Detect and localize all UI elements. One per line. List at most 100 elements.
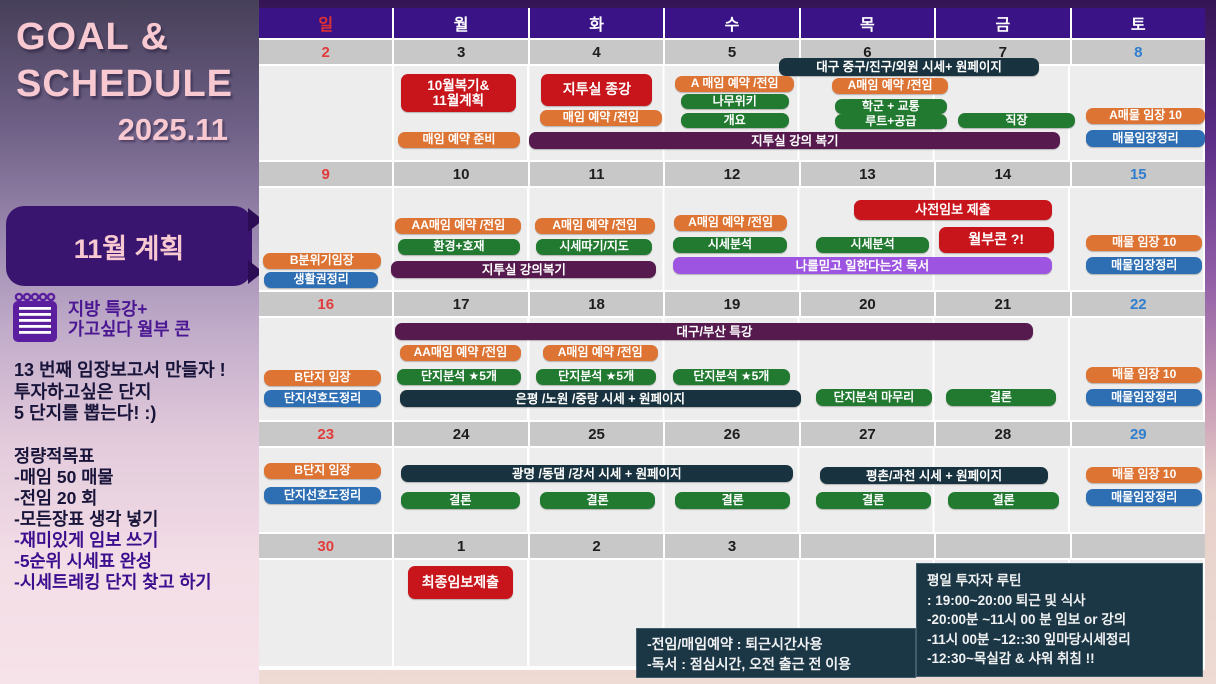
- event-pill: A매임 예약 /전임: [542, 345, 658, 361]
- event-bar: 광명 /동댐 /강서 시세 + 원페이지: [400, 465, 793, 482]
- date-cell: 16: [259, 292, 393, 316]
- event-pill: 매임 예약 /전임: [540, 110, 662, 126]
- event-pill: 단지분석 마무리: [815, 389, 932, 406]
- event-pill: AA매임 예약 /전임: [399, 345, 522, 361]
- event-pill: 시세따기/지도: [536, 239, 653, 255]
- month-plan-banner: 11월 계획: [6, 206, 263, 286]
- highlight-text: 지방 특강+ 가고싶다 월부 콘: [68, 299, 191, 339]
- event-pill: 매물임장정리: [1086, 257, 1203, 274]
- date-cell: 2: [259, 40, 393, 64]
- date-cell: 24: [394, 422, 528, 446]
- weekday-routine-box: 평일 투자자 루틴 : 19:00~20:00 퇴근 및 식사 -20:00분 …: [916, 563, 1203, 677]
- event-pill: 결론: [945, 389, 1057, 406]
- event-bar: 나를믿고 일한다는것 독서: [672, 257, 1053, 274]
- tip-note-box: -전임/매임예약 : 퇴근시간사용 -독서 : 점심시간, 오전 출근 전 이용: [636, 628, 916, 678]
- event-pill: 단지분석 ★5개: [672, 369, 791, 385]
- month-subtitle: 2025.11: [117, 112, 228, 147]
- event-pill: 10월복기& 11월계획: [400, 74, 516, 112]
- event-pill: 매물 임장 10: [1086, 235, 1203, 251]
- date-cell: 29: [1071, 422, 1205, 446]
- event-pill: 생활권정리: [264, 272, 378, 288]
- event-pill: AA매임 예약 /전임: [395, 218, 522, 234]
- calendar-header-row: 일월화수목금토: [259, 8, 1205, 38]
- date-cell: [936, 534, 1070, 558]
- date-cell: 18: [529, 292, 664, 316]
- date-cell: 4: [529, 40, 664, 64]
- event-pill: 매물 임장 10: [1086, 467, 1203, 483]
- event-pill: A 매임 예약 /전임: [675, 76, 795, 92]
- event-pill: 학군 + 교통: [834, 99, 947, 114]
- event-bar: 평촌/과천 시세 + 원페이지: [819, 467, 1049, 484]
- event-pill: 결론: [815, 492, 931, 509]
- title-line2: SCHEDULE: [16, 63, 234, 105]
- date-cell: 26: [665, 422, 799, 446]
- event-pill: B분위기임장: [263, 253, 381, 269]
- highlight-row: 지방 특강+ 가고싶다 월부 콘: [12, 292, 190, 349]
- date-cell: 13: [800, 162, 935, 186]
- event-pill: 직장: [957, 113, 1076, 128]
- event-pill: 결론: [948, 492, 1060, 509]
- date-cell: 23: [259, 422, 393, 446]
- date-cell: 19: [665, 292, 799, 316]
- event-pill: 루트+공급: [834, 114, 947, 129]
- day-header: 화: [529, 8, 664, 38]
- event-pill: 결론: [675, 492, 791, 509]
- date-cell: 8: [1071, 40, 1205, 64]
- event-pill: B단지 임장: [264, 463, 381, 479]
- date-cell: 17: [394, 292, 528, 316]
- event-bar: 지투실 강의복기: [391, 261, 657, 278]
- notebook-icon: [12, 292, 58, 349]
- date-cell: 3: [665, 534, 799, 558]
- day-header: 목: [800, 8, 935, 38]
- event-pill: 결론: [540, 492, 655, 509]
- date-cell: 20: [800, 292, 935, 316]
- event-bar: 대구/부산 특강: [395, 323, 1034, 340]
- event-pill: 매물임장정리: [1086, 389, 1203, 406]
- week-1-events: 대구 중구/진구/외원 시세+ 원페이지 10월복기& 11월계획 지투실 종강 A …: [259, 58, 1205, 160]
- mission-text: 13 번째 임장보고서 만들자 ! 투자하고싶은 단지 5 단지를 뽑는다! :…: [14, 360, 226, 423]
- schedule-poster: { "sidebar": { "title_line1": "GOAL &", …: [0, 0, 1216, 684]
- sidebar: GOAL & SCHEDULE 2025.11 11월 계획 지방 특강+ 가고…: [0, 0, 263, 684]
- date-cell: 28: [936, 422, 1070, 446]
- event-bar: 지투실 강의 복기: [529, 132, 1061, 149]
- week-2-events: 사전임보 제출 AA매임 예약 /전임 A매임 예약 /전임 A매임 예약 /전임 월부…: [259, 188, 1205, 290]
- goals-dark-lines: -매임 50 매물 -전임 20 회 -모든장표 생각 넣기: [14, 467, 159, 529]
- event-pill: A매임 예약 /전임: [534, 218, 655, 234]
- week-4-events: B단지 임장 광명 /동댐 /강서 시세 + 원페이지 평촌/과천 시세 + 원페이…: [259, 448, 1205, 532]
- event-pill: A매임 예약 /전임: [673, 215, 788, 231]
- goals-block: 정량적목표 -매임 50 매물 -전임 20 회 -모든장표 생각 넣기 -재미…: [14, 446, 212, 593]
- event-bar: 은평 /노원 /중랑 시세 + 원페이지: [399, 390, 801, 407]
- date-cell: 22: [1071, 292, 1205, 316]
- event-pill: 시세분석: [815, 237, 930, 253]
- goals-title: 정량적목표: [14, 446, 95, 466]
- event-pill: 개요: [680, 113, 789, 128]
- event-bar: 사전임보 제출: [853, 200, 1053, 220]
- event-pill: 단지분석 ★5개: [536, 369, 657, 385]
- week-3-date-row: 16 17 18 19 20 21 22: [259, 292, 1205, 316]
- date-cell: 27: [800, 422, 935, 446]
- event-pill: 매물임장정리: [1086, 130, 1205, 147]
- event-pill: 매물임장정리: [1086, 489, 1203, 506]
- week-5-date-row: 30 1 2 3: [259, 534, 1205, 558]
- date-cell: 9: [259, 162, 393, 186]
- goals-purple-lines: -재미있게 임보 쓰기 -5순위 시세표 완성 -시세트레킹 단지 찾고 하기: [14, 530, 212, 592]
- day-header: 일: [259, 8, 393, 38]
- event-pill: A매물 임장 10: [1086, 108, 1205, 124]
- date-cell: 5: [665, 40, 799, 64]
- date-cell: [800, 534, 935, 558]
- event-pill: 단지분석 ★5개: [396, 369, 522, 385]
- day-header: 금: [936, 8, 1070, 38]
- date-cell: 2: [529, 534, 664, 558]
- event-pill: 매임 예약 준비: [398, 132, 520, 148]
- week-4-date-row: 23 24 25 26 27 28 29: [259, 422, 1205, 446]
- week-3-events: 대구/부산 특강 AA매임 예약 /전임 A매임 예약 /전임 B단지 임장 단지분석 …: [259, 318, 1205, 420]
- event-pill: 나무위키: [680, 94, 789, 109]
- date-cell: 1: [394, 534, 528, 558]
- date-cell: 12: [665, 162, 799, 186]
- date-cell: 30: [259, 534, 393, 558]
- day-header: 수: [665, 8, 799, 38]
- date-cell: 15: [1071, 162, 1205, 186]
- week-2-date-row: 9 10 11 12 13 14 15: [259, 162, 1205, 186]
- date-cell: [1071, 534, 1205, 558]
- event-bar: 대구 중구/진구/외원 시세+ 원페이지: [779, 58, 1039, 76]
